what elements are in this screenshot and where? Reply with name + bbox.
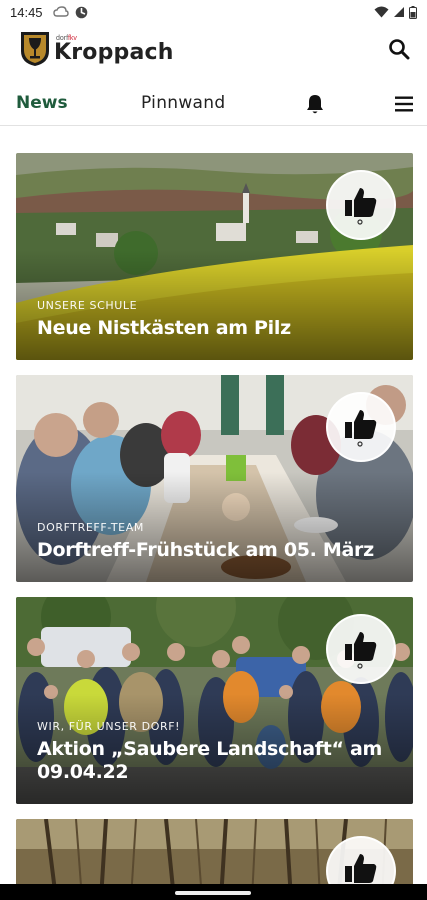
status-notification-icons [52,6,88,19]
signal-icon [394,7,404,17]
like-button[interactable] [326,392,396,462]
thumbs-up-icon [345,188,377,225]
wifi-icon [374,6,389,18]
card-title: Neue Nistkästen am Pilz [37,317,291,340]
home-gesture-handle[interactable] [175,891,251,895]
crest-icon [21,32,49,66]
cloud-icon [52,6,69,17]
news-card[interactable]: UNSERE SCHULE Neue Nistkästen am Pilz [16,153,413,360]
tab-pinnwand[interactable]: Pinnwand [141,93,225,113]
news-feed: UNSERE SCHULE Neue Nistkästen am Pilz DO… [0,127,427,884]
card-category: DORFTREFF-TEAM [37,521,144,535]
status-system-icons [374,5,417,19]
news-card[interactable]: WIR, FÜR UNSER DORF! Aktion „Saubere Lan… [16,597,413,804]
hamburger-menu-icon[interactable] [394,95,414,113]
tab-news[interactable]: News [16,93,68,113]
card-title: Aktion „Saubere Landschaft“ am 09.04.22 [37,738,383,784]
search-button[interactable] [385,35,413,63]
card-title: Dorftreff-Frühstück am 05. März [37,539,374,562]
thumbs-up-icon [345,410,377,447]
card-category: WIR, FÜR UNSER DORF! [37,720,181,734]
status-bar: 14:45 [0,0,427,24]
card-category: UNSERE SCHULE [37,299,138,313]
battery-icon [409,5,417,19]
status-time: 14:45 [10,4,43,20]
news-card[interactable]: DORFTREFF-TEAM Dorftreff-Frühstück am 05… [16,375,413,582]
like-button[interactable] [326,170,396,240]
thumbs-up-icon [345,854,377,883]
bell-icon[interactable] [304,93,326,115]
news-card[interactable] [16,819,413,884]
app-header: dorffkv Kroppach [0,24,427,74]
tab-bar: News Pinnwand [0,82,427,126]
app-notification-icon [75,6,87,18]
app-logo[interactable]: dorffkv Kroppach [20,31,174,67]
app-title: Kroppach [54,39,174,65]
system-nav-bar [0,884,427,900]
search-icon [389,39,410,60]
thumbs-up-icon [345,632,377,669]
like-button[interactable] [326,614,396,684]
